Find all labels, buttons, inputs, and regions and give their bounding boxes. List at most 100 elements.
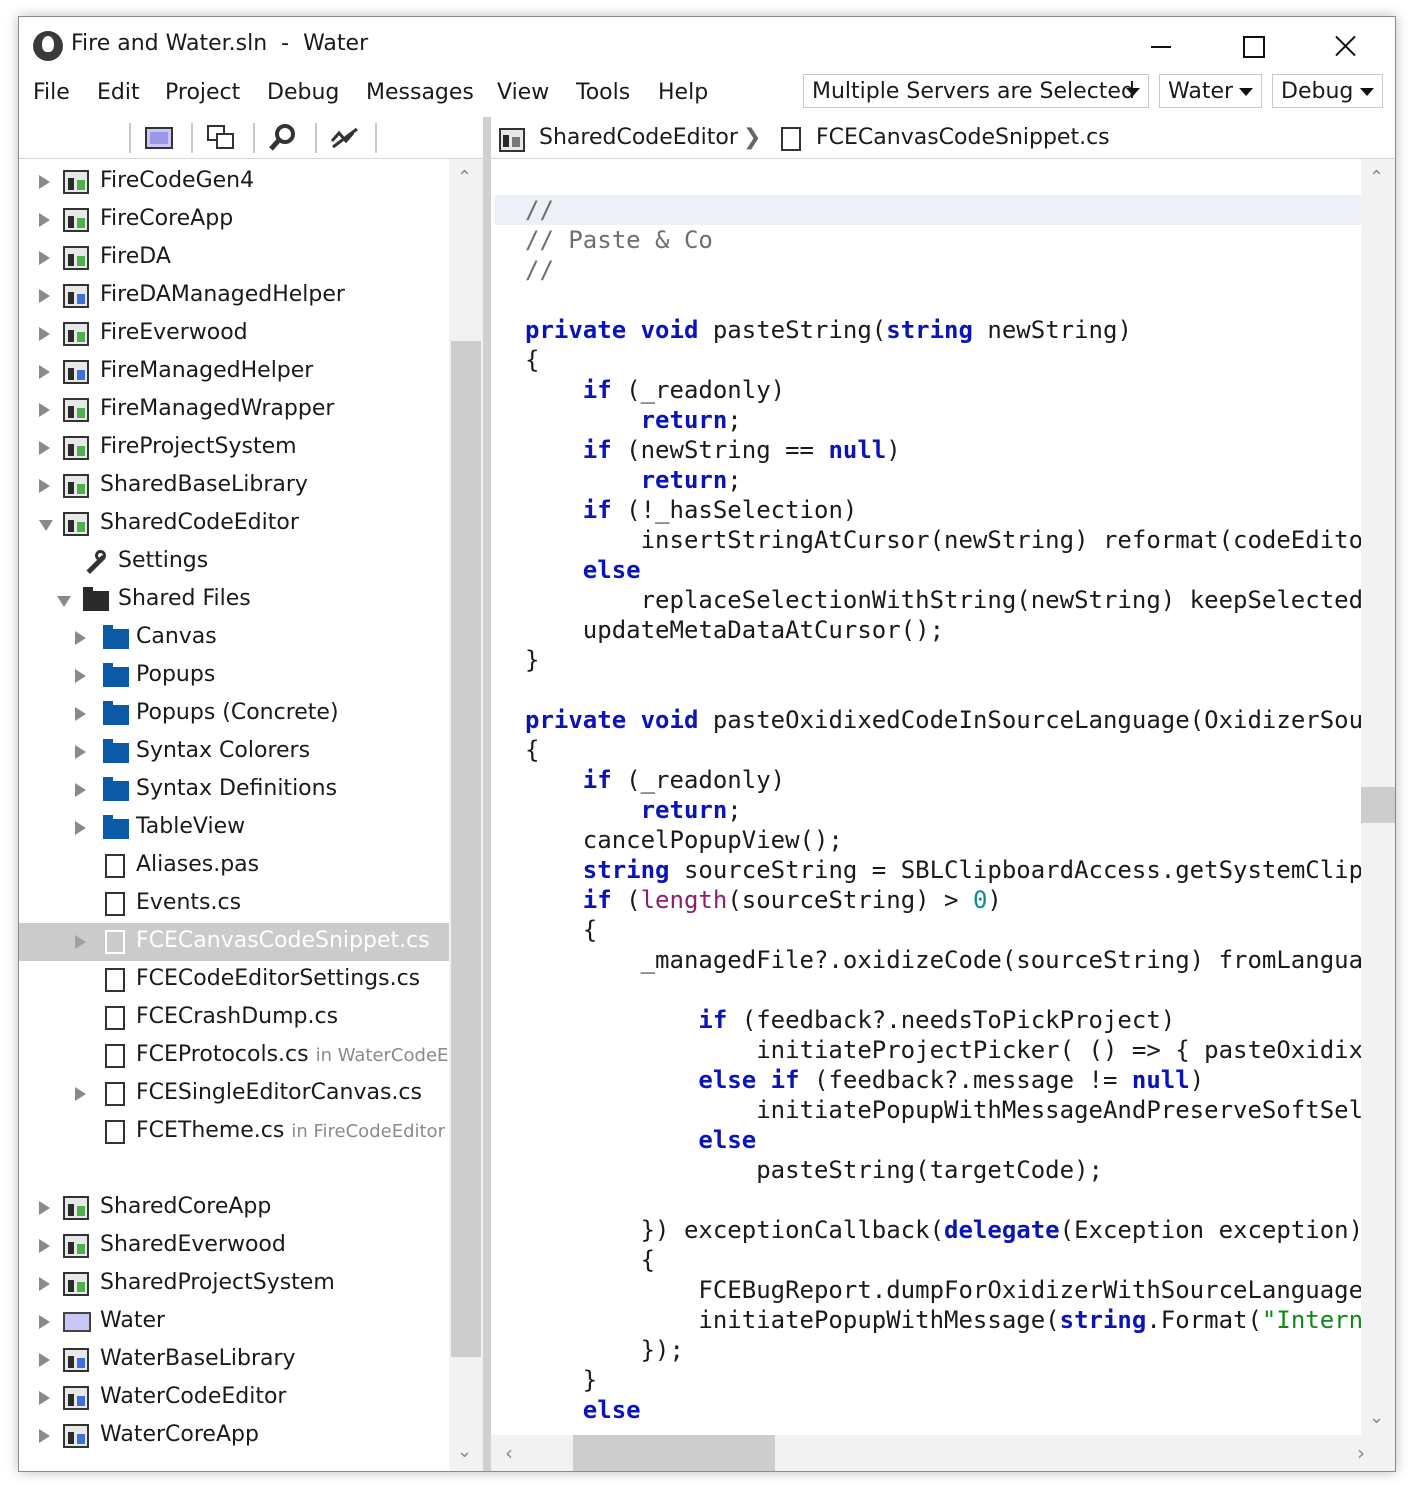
code-token: string (582, 856, 670, 884)
code-token: (!_hasSelection) (611, 496, 858, 524)
pane-splitter[interactable] (483, 117, 491, 1471)
tree-scrollbar[interactable]: ⌃ ⌄ (449, 159, 483, 1471)
tree-item-sharedeverwood[interactable]: SharedEverwood (19, 1227, 449, 1265)
expand-arrow-icon[interactable] (75, 1087, 86, 1101)
expand-arrow-icon[interactable] (39, 1429, 50, 1443)
tree-item-fireda[interactable]: FireDA (19, 239, 449, 277)
tree-item-sharedcodeeditor[interactable]: SharedCodeEditor (19, 505, 449, 543)
collapse-arrow-icon[interactable] (39, 520, 53, 531)
tree-item-popups[interactable]: Popups (19, 657, 449, 695)
tree-item-water[interactable]: Water (19, 1303, 449, 1341)
tree-item-firecodegen4[interactable]: FireCodeGen4 (19, 163, 449, 201)
expand-arrow-icon[interactable] (39, 175, 50, 189)
menu-edit[interactable]: Edit (97, 80, 140, 105)
menu-help[interactable]: Help (658, 80, 708, 105)
scroll-right-icon[interactable]: › (1357, 1441, 1365, 1465)
scroll-up-icon[interactable]: ⌃ (1369, 167, 1384, 188)
server-select[interactable]: Multiple Servers are Selected (803, 74, 1149, 108)
code-line: if (length(sourceString) > 0) (525, 885, 1002, 915)
expand-arrow-icon[interactable] (39, 1277, 50, 1291)
expand-arrow-icon[interactable] (75, 745, 86, 759)
show-project-icon[interactable] (143, 123, 175, 153)
editor-vertical-scrollbar-thumb[interactable] (1361, 787, 1395, 823)
configuration-select[interactable]: Debug (1272, 74, 1383, 108)
collapse-arrow-icon[interactable] (57, 596, 71, 607)
expand-arrow-icon[interactable] (75, 821, 86, 835)
menu-file[interactable]: File (33, 80, 70, 105)
expand-arrow-icon[interactable] (39, 1239, 50, 1253)
tree-item-fcecrashdump[interactable]: FCECrashDump.cs (19, 999, 449, 1037)
code-token: delegate (944, 1216, 1060, 1244)
tree-item-events[interactable]: Events.cs (19, 885, 449, 923)
expand-arrow-icon[interactable] (39, 1315, 50, 1329)
tree-item-fireeverwood[interactable]: FireEverwood (19, 315, 449, 353)
scroll-down-icon[interactable]: ⌄ (457, 1441, 475, 1462)
tree-item-fcecanvascodesnippet[interactable]: FCECanvasCodeSnippet.cs (19, 923, 449, 961)
expand-arrow-icon[interactable] (39, 1353, 50, 1367)
expand-arrow-icon[interactable] (39, 1391, 50, 1405)
expand-arrow-icon[interactable] (39, 441, 50, 455)
minimize-button[interactable] (1131, 25, 1191, 69)
maximize-button[interactable] (1223, 25, 1283, 69)
tree-item-tableview[interactable]: TableView (19, 809, 449, 847)
expand-arrow-icon[interactable] (39, 403, 50, 417)
tree-item-watercodeeditor[interactable]: WaterCodeEditor (19, 1379, 449, 1417)
collapse-all-icon[interactable] (329, 123, 361, 153)
expand-arrow-icon[interactable] (39, 213, 50, 227)
tree-item-waterbaselibrary[interactable]: WaterBaseLibrary (19, 1341, 449, 1379)
editor-vertical-scrollbar[interactable]: ⌃ ⌄ (1361, 159, 1395, 1435)
scroll-left-icon[interactable]: ‹ (505, 1441, 513, 1465)
menu-messages[interactable]: Messages (366, 80, 474, 105)
editor-horizontal-scrollbar-thumb[interactable] (573, 1435, 775, 1471)
scroll-down-icon[interactable]: ⌄ (1369, 1407, 1384, 1428)
scroll-up-icon[interactable]: ⌃ (457, 167, 475, 188)
close-button[interactable] (1315, 25, 1375, 69)
expand-arrow-icon[interactable] (39, 251, 50, 265)
tree-item-label: Aliases.pas (136, 852, 260, 877)
menu-tools[interactable]: Tools (576, 80, 630, 105)
tree-item-fireprojectsystem[interactable]: FireProjectSystem (19, 429, 449, 467)
search-icon[interactable] (267, 123, 299, 153)
expand-arrow-icon[interactable] (75, 707, 86, 721)
code-editor[interactable]: //// Paste & Co// private void pasteStrin… (491, 159, 1361, 1435)
tree-item-syntax-definitions[interactable]: Syntax Definitions (19, 771, 449, 809)
tree-item-fcesingleeditorcanvas[interactable]: FCESingleEditorCanvas.cs (19, 1075, 449, 1113)
expand-arrow-icon[interactable] (75, 935, 86, 949)
menu-project[interactable]: Project (165, 80, 240, 105)
tree-item-sharedbaselibrary[interactable]: SharedBaseLibrary (19, 467, 449, 505)
tree-item-fceprotocols[interactable]: FCEProtocols.cs in WaterCodeEd (19, 1037, 449, 1075)
breadcrumb-project[interactable]: SharedCodeEditor (539, 125, 738, 150)
tree-item-settings[interactable]: Settings (19, 543, 449, 581)
tree-item-canvas[interactable]: Canvas (19, 619, 449, 657)
tree-item-watercoreapp[interactable]: WaterCoreApp (19, 1417, 449, 1455)
editor-horizontal-scrollbar[interactable]: ‹ › (491, 1435, 1395, 1471)
tree-item-sharedcoreapp[interactable]: SharedCoreApp (19, 1189, 449, 1227)
expand-arrow-icon[interactable] (39, 479, 50, 493)
expand-arrow-icon[interactable] (75, 631, 86, 645)
tree-item-aliases[interactable]: Aliases.pas (19, 847, 449, 885)
tree-item-sharedprojectsystem[interactable]: SharedProjectSystem (19, 1265, 449, 1303)
expand-arrow-icon[interactable] (39, 289, 50, 303)
tree-item-fcetheme[interactable]: FCETheme.cs in FireCodeEditor (19, 1113, 449, 1151)
target-select[interactable]: Water (1159, 74, 1262, 108)
expand-arrow-icon[interactable] (75, 669, 86, 683)
file-icon (105, 854, 125, 878)
sync-files-icon[interactable] (205, 123, 237, 153)
tree-item-firemanagedwrapper[interactable]: FireManagedWrapper (19, 391, 449, 429)
tree-item-shared-files[interactable]: Shared Files (19, 581, 449, 619)
tree-scrollbar-thumb[interactable] (451, 341, 481, 1357)
tree-item-syntax-colorers[interactable]: Syntax Colorers (19, 733, 449, 771)
expand-arrow-icon[interactable] (39, 1201, 50, 1215)
tree-item-popups-concrete[interactable]: Popups (Concrete) (19, 695, 449, 733)
expand-arrow-icon[interactable] (39, 327, 50, 341)
expand-arrow-icon[interactable] (75, 783, 86, 797)
menu-view[interactable]: View (497, 80, 549, 105)
expand-arrow-icon[interactable] (39, 365, 50, 379)
tree-item-firemanagedhelper[interactable]: FireManagedHelper (19, 353, 449, 391)
breadcrumb-file[interactable]: FCECanvasCodeSnippet.cs (816, 125, 1110, 150)
tree-item-firecoreapp[interactable]: FireCoreApp (19, 201, 449, 239)
tree-item-firedamanagedhelper[interactable]: FireDAManagedHelper (19, 277, 449, 315)
menu-debug[interactable]: Debug (267, 80, 339, 105)
tree-item-fcecodeeditorsettings[interactable]: FCECodeEditorSettings.cs (19, 961, 449, 999)
